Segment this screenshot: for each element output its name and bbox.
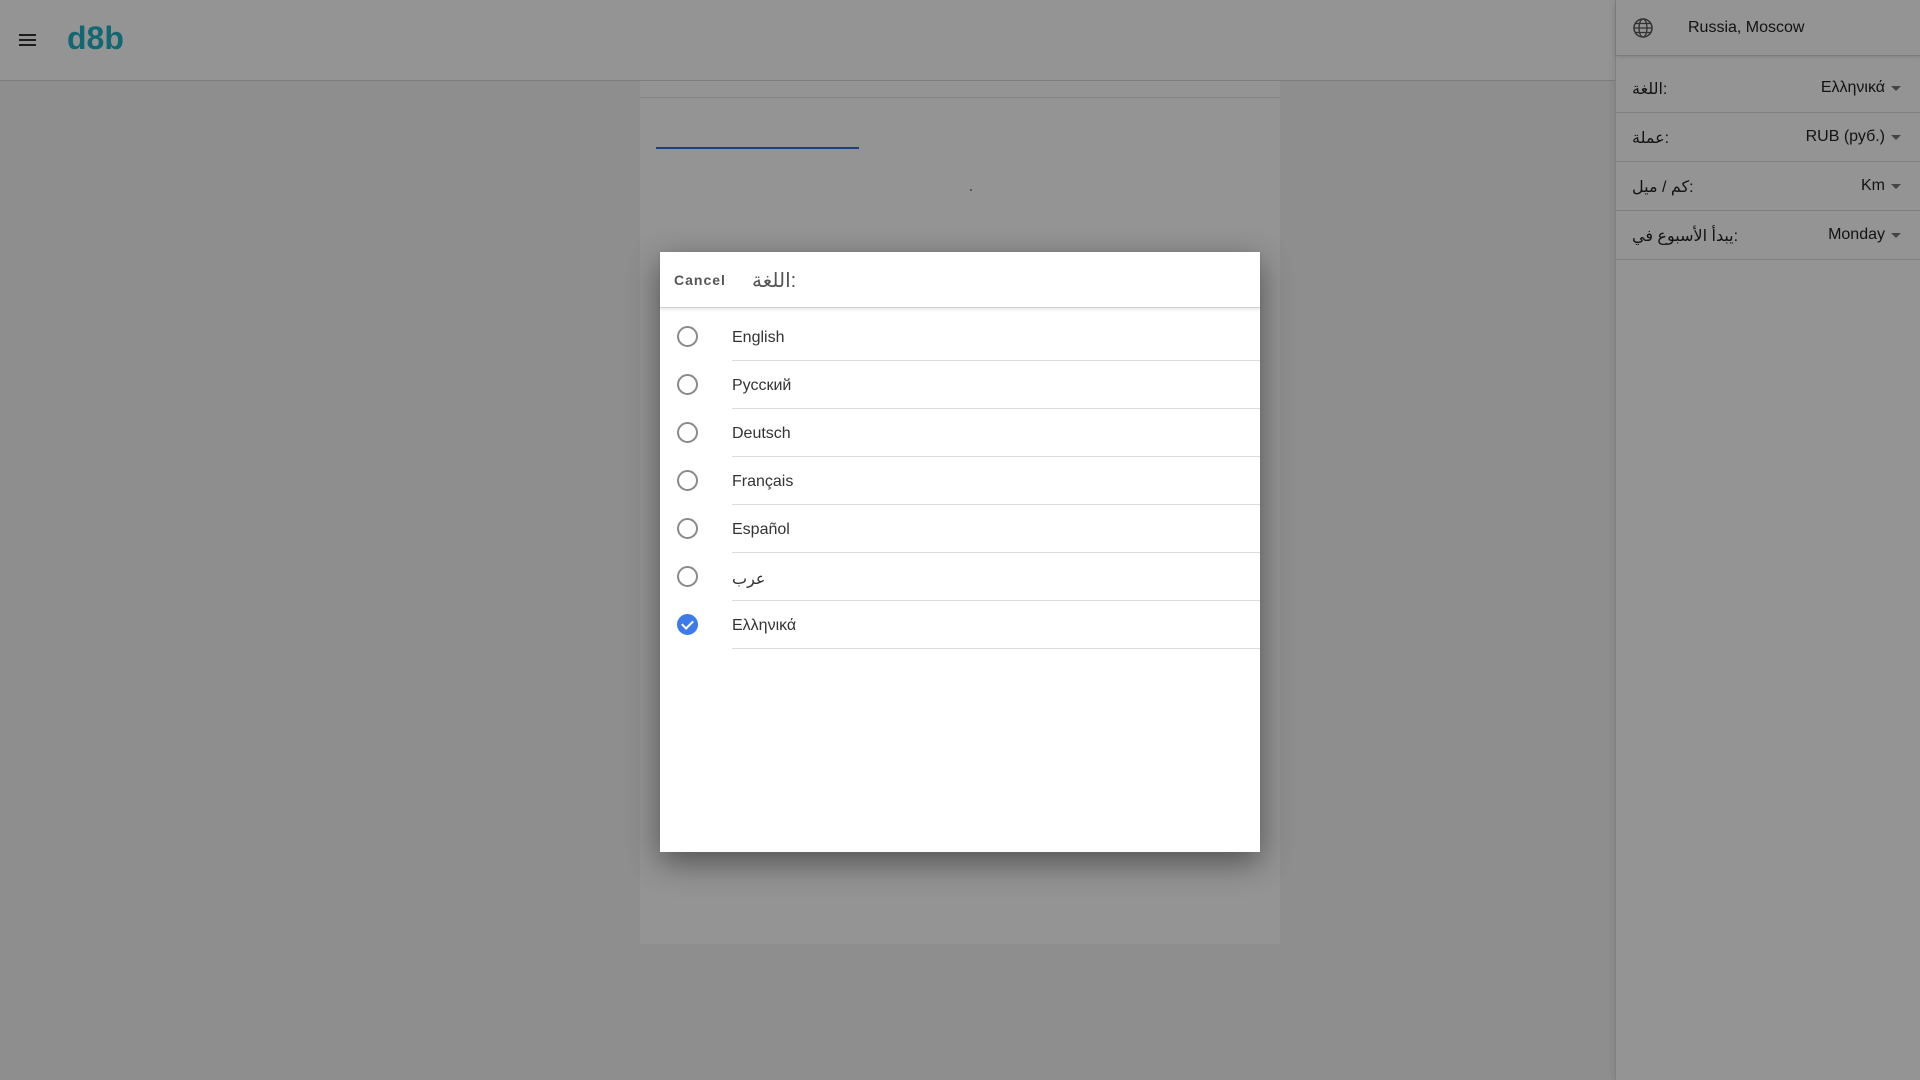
radio-icon[interactable] — [677, 470, 698, 491]
cancel-button[interactable]: Cancel — [674, 272, 726, 288]
option-divider — [732, 600, 1260, 601]
language-option-greek[interactable]: Ελληνικά — [660, 608, 1260, 656]
option-divider — [732, 408, 1260, 409]
language-option-russian[interactable]: Русский — [660, 368, 1260, 416]
app: d8b Russia, Moscow اللغة: Ελληνικά عملة:… — [0, 0, 1920, 1080]
option-label: Español — [732, 521, 790, 538]
dialog-title: اللغة: — [752, 270, 797, 292]
language-option-french[interactable]: Français — [660, 464, 1260, 512]
option-label: English — [732, 329, 785, 346]
option-label: Français — [732, 473, 794, 490]
option-divider — [732, 552, 1260, 553]
option-label: Русский — [732, 377, 792, 394]
option-label: عرب — [732, 571, 766, 588]
radio-icon[interactable] — [677, 326, 698, 347]
language-option-arabic[interactable]: عرب — [660, 560, 1260, 608]
radio-icon[interactable] — [677, 518, 698, 539]
language-options: English Русский Deutsch Français Español — [660, 320, 1260, 656]
dialog-header: Cancel اللغة: — [660, 252, 1260, 308]
language-dialog: Cancel اللغة: English Русский Deutsch Fr — [660, 252, 1260, 852]
radio-icon[interactable] — [677, 422, 698, 443]
option-divider — [732, 648, 1260, 649]
option-divider — [732, 456, 1260, 457]
language-option-english[interactable]: English — [660, 320, 1260, 368]
radio-icon[interactable] — [677, 614, 698, 635]
option-divider — [732, 360, 1260, 361]
language-option-spanish[interactable]: Español — [660, 512, 1260, 560]
radio-icon[interactable] — [677, 566, 698, 587]
option-divider — [732, 504, 1260, 505]
radio-icon[interactable] — [677, 374, 698, 395]
option-label: Ελληνικά — [732, 617, 797, 634]
option-label: Deutsch — [732, 425, 791, 442]
language-option-german[interactable]: Deutsch — [660, 416, 1260, 464]
